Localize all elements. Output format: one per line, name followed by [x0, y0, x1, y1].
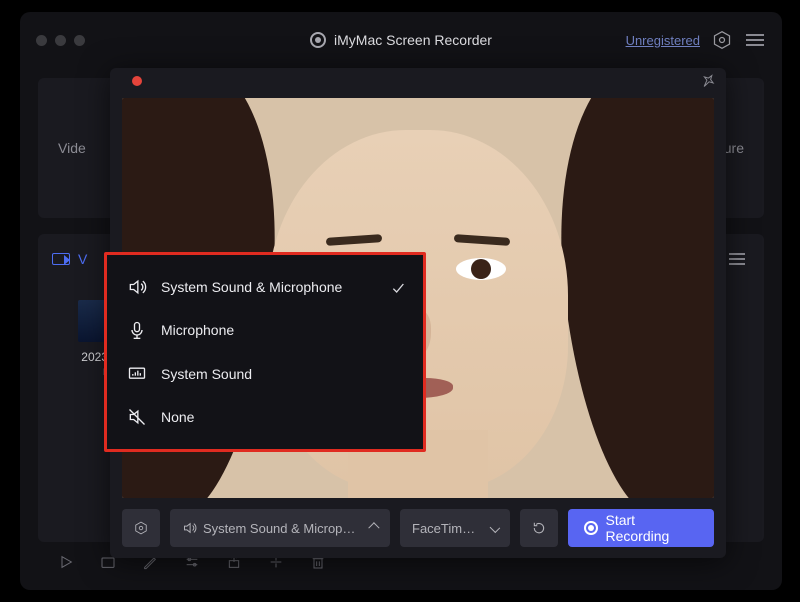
audio-option-label: Microphone: [161, 322, 234, 338]
audio-option-mic[interactable]: Microphone: [107, 312, 423, 348]
record-indicator-icon: [132, 76, 142, 86]
speaker-icon: [127, 277, 147, 297]
audio-option-none[interactable]: None: [107, 399, 423, 435]
camera-source-label: FaceTime …: [412, 521, 481, 536]
list-view-toggle[interactable]: [724, 248, 750, 270]
chevron-down-icon: [489, 523, 500, 534]
check-icon: [388, 280, 408, 301]
float-settings-button[interactable]: [122, 509, 160, 547]
audio-option-label: None: [161, 409, 194, 425]
audio-option-label: System Sound & Microphone: [161, 279, 342, 295]
mute-icon: [127, 407, 147, 427]
refresh-button[interactable]: [520, 509, 558, 547]
pin-icon[interactable]: [700, 73, 716, 89]
audio-source-menu: System Sound & Microphone Microphone Sys…: [104, 252, 426, 452]
start-recording-button[interactable]: Start Recording: [568, 509, 714, 547]
refresh-icon: [532, 519, 546, 537]
camera-source-dropdown[interactable]: FaceTime …: [400, 509, 510, 547]
float-controls: System Sound & Microphone FaceTime … Sta…: [110, 498, 726, 558]
audio-source-dropdown[interactable]: System Sound & Microphone: [170, 509, 390, 547]
microphone-icon: [127, 320, 147, 340]
audio-option-system[interactable]: System Sound: [107, 356, 423, 392]
system-sound-icon: [127, 364, 147, 384]
record-icon: [584, 521, 598, 535]
registration-link[interactable]: Unregistered: [626, 33, 700, 48]
start-recording-label: Start Recording: [606, 512, 699, 544]
play-icon[interactable]: [58, 554, 74, 570]
speaker-icon: [182, 520, 197, 536]
audio-option-label: System Sound: [161, 366, 252, 382]
menu-icon[interactable]: [744, 29, 766, 51]
audio-option-system-and-mic[interactable]: System Sound & Microphone: [107, 269, 423, 305]
camera-icon: [52, 253, 70, 265]
record-logo-icon: [310, 32, 326, 48]
titlebar: iMyMac Screen Recorder Unregistered: [20, 12, 782, 68]
list-tab-label[interactable]: V: [78, 251, 87, 267]
gear-icon: [134, 518, 148, 538]
gear-icon[interactable]: [712, 30, 732, 50]
app-title-text: iMyMac Screen Recorder: [334, 32, 492, 48]
float-titlebar: [110, 68, 726, 94]
chevron-up-icon: [369, 523, 380, 534]
audio-source-label: System Sound & Microphone: [203, 521, 360, 536]
mode-left-text: Vide: [58, 140, 86, 156]
